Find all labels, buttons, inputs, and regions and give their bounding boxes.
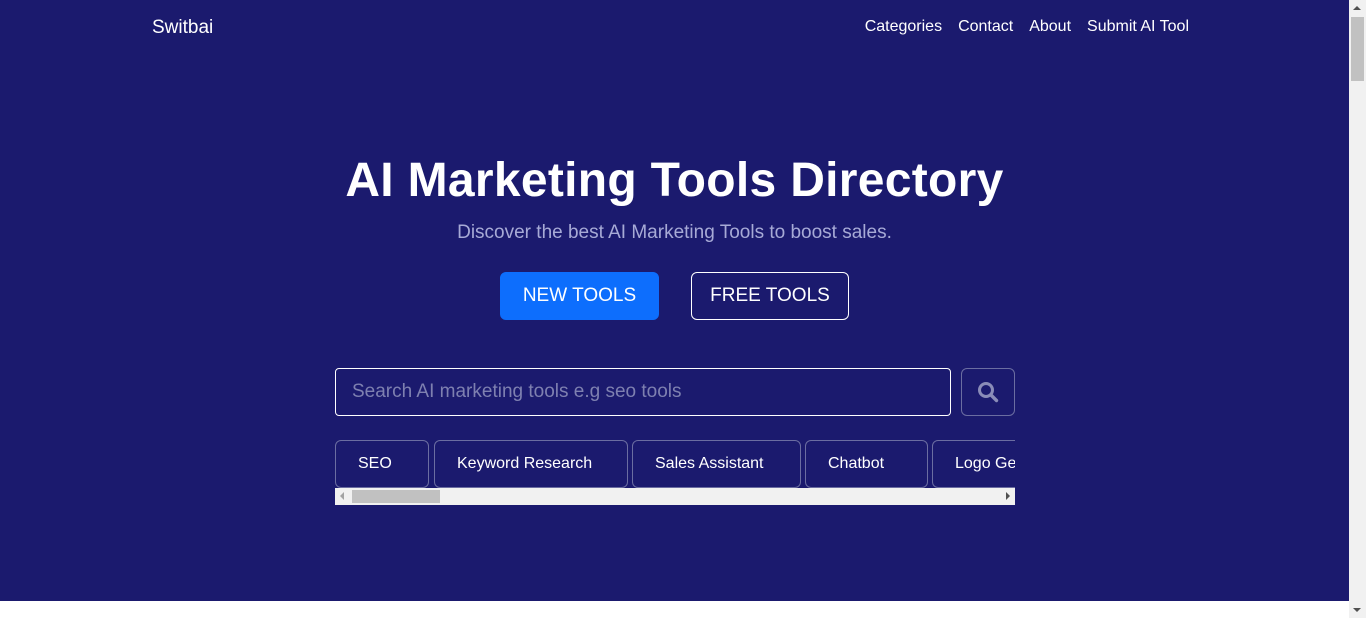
top-nav: Categories Contact About Submit AI Tool <box>865 18 1189 36</box>
category-horizontal-scrollbar[interactable] <box>335 488 1015 505</box>
page-title: AI Marketing Tools Directory <box>345 154 1004 207</box>
scroll-down-arrow-icon[interactable] <box>1353 608 1361 612</box>
nav-categories-link[interactable]: Categories <box>865 18 942 36</box>
category-chip-logo-generator[interactable]: Logo Ge <box>932 440 1015 488</box>
nav-contact-link[interactable]: Contact <box>958 18 1013 36</box>
nav-submit-tool-link[interactable]: Submit AI Tool <box>1087 18 1189 36</box>
hero-section: Switbai Categories Contact About Submit … <box>0 0 1349 601</box>
search-button[interactable] <box>961 368 1015 416</box>
category-chip-sales-assistant[interactable]: Sales Assistant <box>632 440 801 488</box>
search-input[interactable] <box>335 368 951 416</box>
new-tools-button[interactable]: NEW TOOLS <box>500 272 659 320</box>
brand-logo[interactable]: Switbai <box>152 17 213 39</box>
scroll-up-arrow-icon[interactable] <box>1353 6 1361 10</box>
page-subtitle: Discover the best AI Marketing Tools to … <box>457 222 892 243</box>
horizontal-scroll-thumb[interactable] <box>352 490 440 503</box>
scroll-left-arrow-icon[interactable] <box>340 492 344 500</box>
category-chip-strip: SEO Keyword Research Sales Assistant Cha… <box>335 440 1015 488</box>
scroll-right-arrow-icon[interactable] <box>1006 492 1010 500</box>
page-vertical-scrollbar[interactable] <box>1349 0 1366 618</box>
nav-about-link[interactable]: About <box>1029 18 1071 36</box>
vertical-scroll-thumb[interactable] <box>1351 17 1364 81</box>
category-chip-chatbot[interactable]: Chatbot <box>805 440 928 488</box>
category-chip-keyword-research[interactable]: Keyword Research <box>434 440 628 488</box>
free-tools-button[interactable]: FREE TOOLS <box>691 272 849 320</box>
category-chip-seo[interactable]: SEO <box>335 440 429 488</box>
search-icon <box>978 382 999 403</box>
